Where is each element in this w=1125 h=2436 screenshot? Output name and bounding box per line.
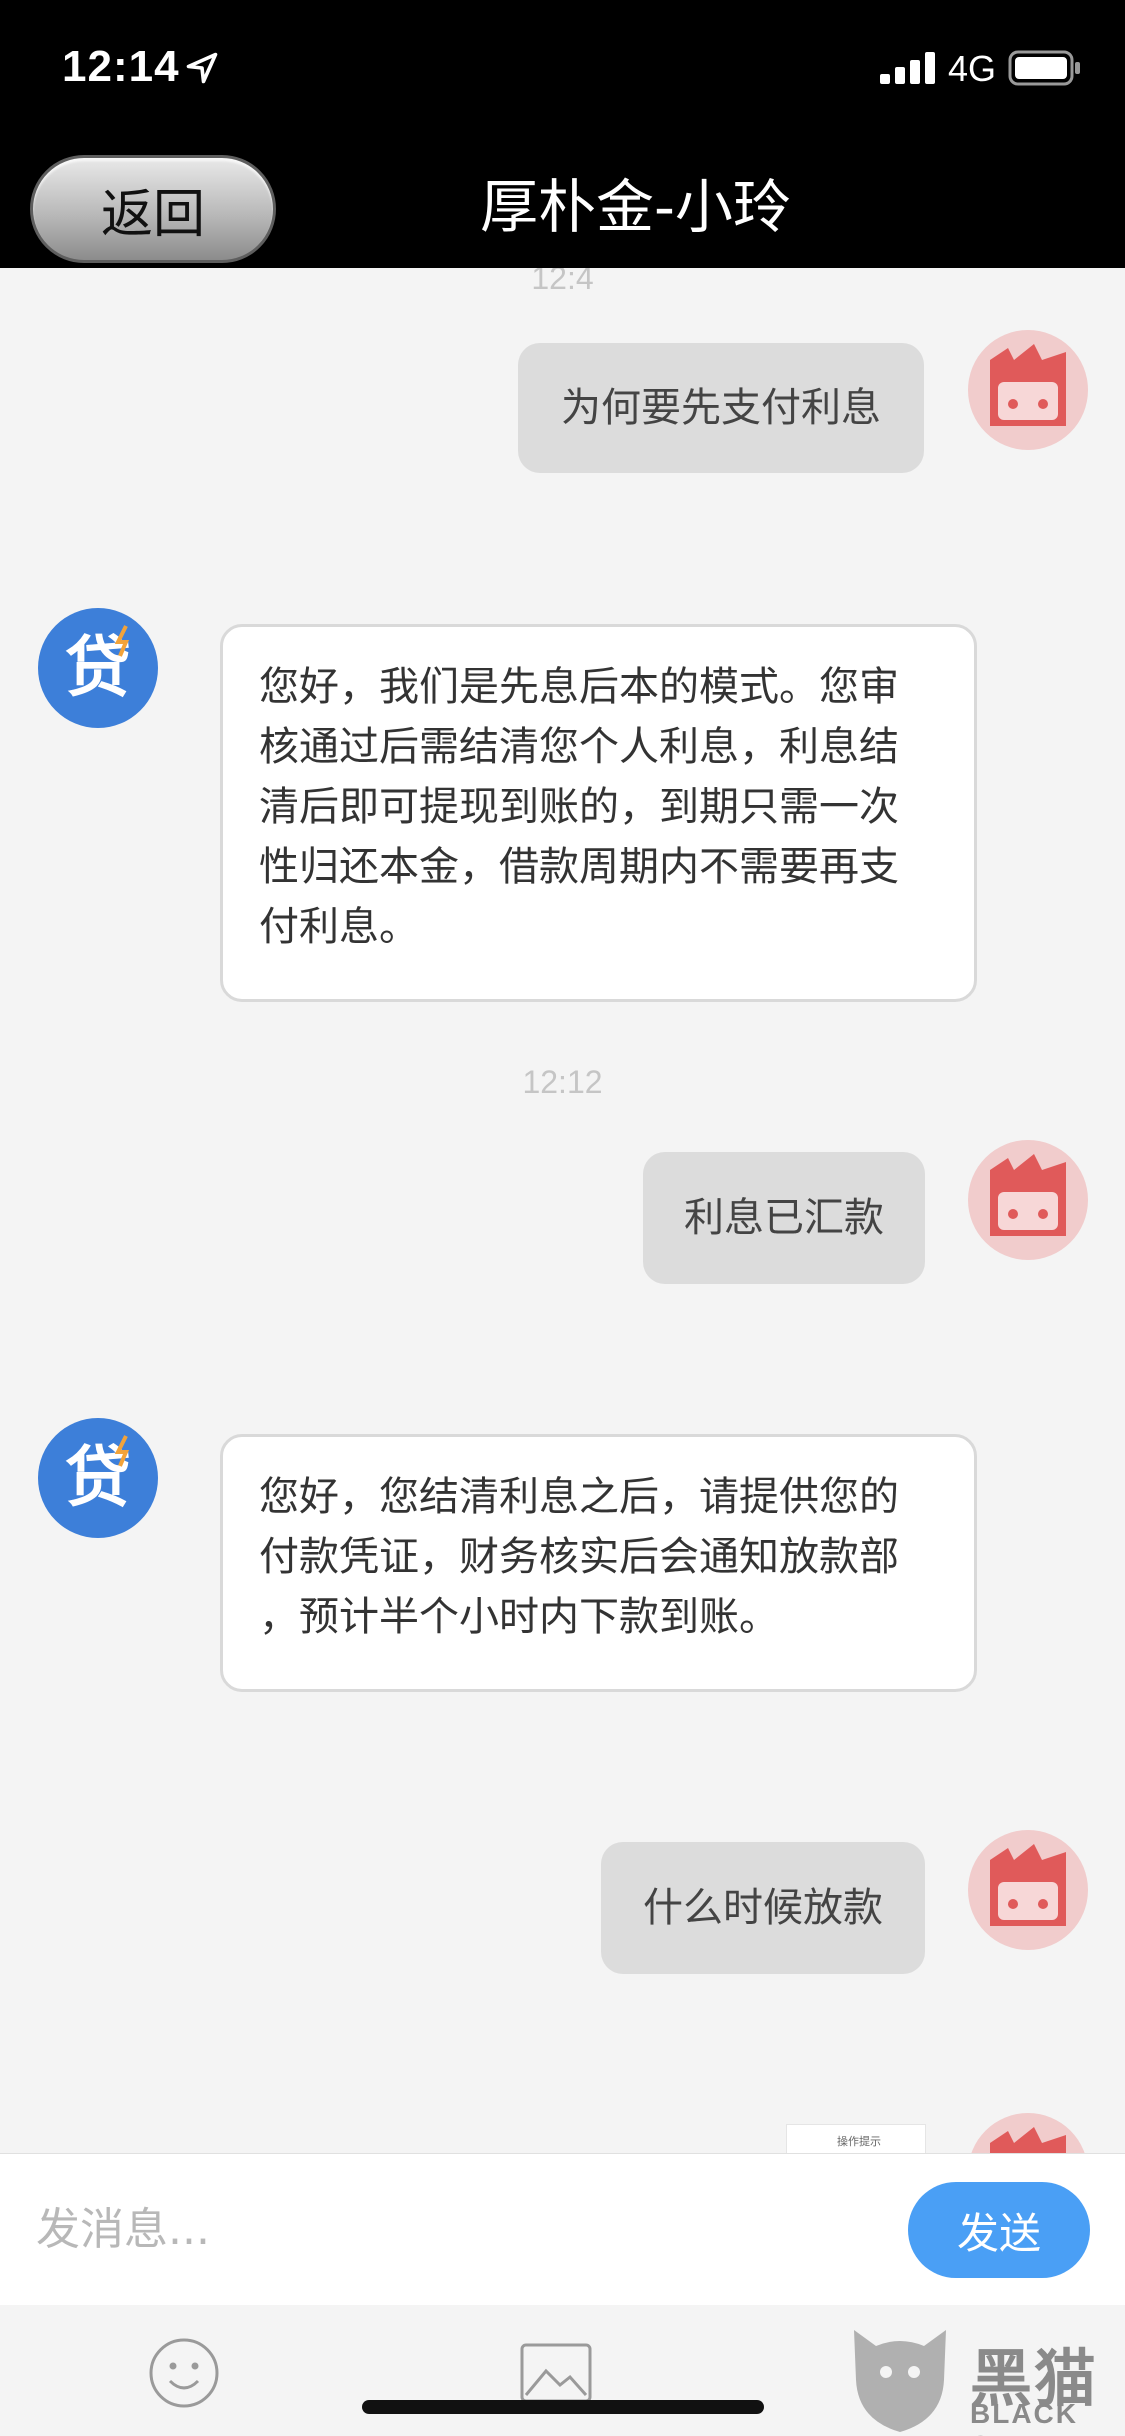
- watermark-text-en: BLACK CAT: [970, 2398, 1078, 2436]
- network-type: 4G: [948, 48, 997, 89]
- user-avatar-icon[interactable]: [968, 1830, 1088, 1950]
- outgoing-message-bubble[interactable]: 什么时候放款: [601, 1842, 925, 1974]
- send-button[interactable]: 发送: [908, 2182, 1090, 2278]
- user-avatar-icon[interactable]: [968, 1140, 1088, 1260]
- incoming-message-bubble[interactable]: 您好，您结清利息之后，请提供您的 付款凭证，财务核实后会通知放款部 ，预计半个小…: [220, 1434, 977, 1692]
- message-line: 付利息。: [259, 904, 419, 950]
- message-line: 您好，您结清利息之后，请提供您的: [259, 1474, 899, 1520]
- back-button[interactable]: 返回: [30, 155, 276, 263]
- incoming-message-bubble[interactable]: 您好，我们是先息后本的模式。您审 核通过后需结清您个人利息，利息结 清后即可提现…: [220, 624, 977, 1002]
- message-timestamp: 12:4: [531, 268, 594, 296]
- user-avatar-icon[interactable]: [968, 330, 1088, 450]
- message-input[interactable]: [36, 2194, 856, 2264]
- image-icon[interactable]: [520, 2343, 592, 2403]
- signal-bars-icon: [880, 52, 935, 84]
- message-timestamp: 12:12: [522, 1064, 603, 1100]
- message-line: 您好，我们是先息后本的模式。您审: [259, 664, 899, 710]
- agent-avatar-icon[interactable]: 贷: [38, 1418, 158, 1538]
- chat-area[interactable]: 12:4 为何要先支付利息 贷 您好，我们是先息后本的模式。您审 核通过后需结清…: [0, 268, 1125, 2153]
- emoji-icon[interactable]: [148, 2337, 220, 2409]
- top-bar: 12:14 4G 返回 厚朴金-小玲: [0, 0, 1125, 268]
- home-indicator[interactable]: [362, 2400, 764, 2414]
- image-message-thumbnail[interactable]: 操作提示: [786, 2124, 926, 2153]
- battery-icon: [1008, 50, 1080, 86]
- status-time: 12:14: [62, 42, 180, 91]
- thumbnail-caption: 操作提示: [837, 2135, 881, 2148]
- outgoing-message-bubble[interactable]: 为何要先支付利息: [518, 343, 924, 473]
- message-line: 性归还本金，借款周期内不需要再支: [259, 844, 899, 890]
- message-line: ，预计半个小时内下款到账。: [259, 1594, 779, 1640]
- message-line: 付款凭证，财务核实后会通知放款部: [259, 1534, 899, 1580]
- outgoing-message-bubble[interactable]: 利息已汇款: [643, 1152, 925, 1284]
- message-line: 核通过后需结清您个人利息，利息结: [259, 724, 899, 770]
- page-title: 厚朴金-小玲: [480, 173, 791, 241]
- message-line: 清后即可提现到账的，到期只需一次: [259, 784, 899, 830]
- location-arrow-icon: [186, 52, 218, 84]
- user-avatar-icon[interactable]: [968, 2113, 1088, 2153]
- agent-avatar-icon[interactable]: 贷: [38, 608, 158, 728]
- message-input-bar: 发送: [0, 2153, 1125, 2305]
